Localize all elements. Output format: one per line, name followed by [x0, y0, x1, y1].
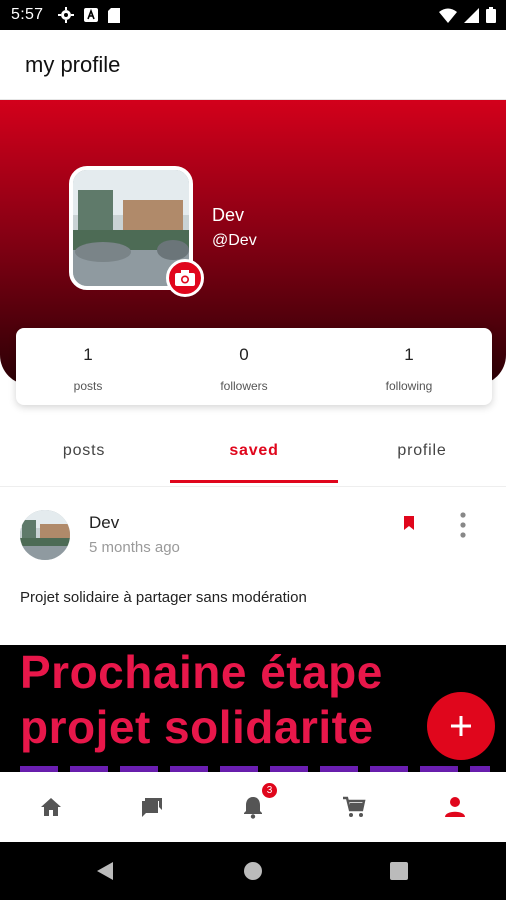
- status-right-icons: [439, 7, 496, 23]
- system-nav-bar: [0, 842, 506, 900]
- stat-following-value: 1: [404, 345, 414, 364]
- change-photo-button[interactable]: [166, 259, 204, 297]
- notification-badge: 3: [262, 783, 277, 798]
- nav-home[interactable]: [0, 772, 101, 842]
- back-button[interactable]: [75, 842, 135, 900]
- post-timestamp: 5 months ago: [89, 539, 180, 556]
- nav-notifications[interactable]: [202, 772, 303, 842]
- bookmark-button[interactable]: [402, 514, 418, 534]
- profile-tabs: posts saved profile: [0, 425, 506, 483]
- stat-followers-label: followers: [220, 379, 268, 393]
- stat-posts-value: 1: [83, 345, 93, 364]
- stat-posts-label: posts: [73, 379, 103, 393]
- more-vert-icon: [460, 512, 466, 538]
- profile-handle: @Dev: [212, 232, 257, 249]
- profile-name: Dev: [212, 205, 245, 225]
- post-image-text: Prochaine étape: [20, 646, 383, 698]
- tab-posts[interactable]: posts: [0, 425, 168, 483]
- circle-icon: [244, 862, 262, 880]
- gear-icon: [58, 7, 74, 23]
- post-more-button[interactable]: [453, 511, 473, 539]
- bookmark-icon: [404, 516, 414, 530]
- status-bar: 5:57: [0, 0, 506, 30]
- stat-following-label: following: [385, 379, 433, 393]
- stat-followers[interactable]: 0 followers: [174, 328, 314, 405]
- home-system-button[interactable]: [223, 842, 283, 900]
- tab-profile[interactable]: profile: [338, 425, 506, 483]
- wifi-icon: [439, 8, 457, 23]
- battery-icon: [486, 7, 496, 23]
- sd-card-icon: [108, 7, 120, 23]
- plus-icon: [451, 716, 471, 736]
- status-left-icons: [58, 7, 120, 23]
- post-text: Projet solidaire à partager sans modérat…: [20, 589, 307, 606]
- post-author[interactable]: Dev: [89, 513, 119, 533]
- stat-following[interactable]: 1 following: [339, 328, 479, 405]
- tab-indicator: [170, 480, 338, 483]
- nav-cart[interactable]: [303, 772, 404, 842]
- camera-icon: [175, 270, 195, 286]
- recents-button[interactable]: [369, 842, 429, 900]
- square-icon: [390, 862, 408, 880]
- home-icon: [40, 798, 61, 816]
- person-icon: [444, 797, 465, 817]
- post-image-text: projet solidarite: [20, 701, 374, 753]
- a-icon: [84, 8, 98, 22]
- chat-icon: [141, 798, 162, 817]
- stat-followers-value: 0: [239, 345, 249, 364]
- page-title: my profile: [25, 52, 121, 77]
- divider: [0, 486, 506, 487]
- nav-messages[interactable]: [101, 772, 202, 842]
- stat-posts[interactable]: 1 posts: [18, 328, 158, 405]
- status-time: 5:57: [11, 6, 44, 23]
- add-post-button[interactable]: [427, 692, 495, 760]
- post-author-avatar[interactable]: [20, 510, 70, 560]
- nav-profile[interactable]: [404, 772, 505, 842]
- cart-icon: [342, 796, 365, 817]
- tab-saved[interactable]: saved: [170, 425, 338, 483]
- back-icon: [97, 862, 113, 880]
- bell-icon: [243, 797, 262, 819]
- avatar-photo: [20, 510, 70, 560]
- bottom-nav: [0, 772, 506, 842]
- signal-icon: [464, 7, 479, 23]
- app-bar: my profile: [0, 30, 506, 100]
- post-card[interactable]: [0, 490, 506, 645]
- stats-card: 1 posts 0 followers 1 following: [16, 328, 492, 405]
